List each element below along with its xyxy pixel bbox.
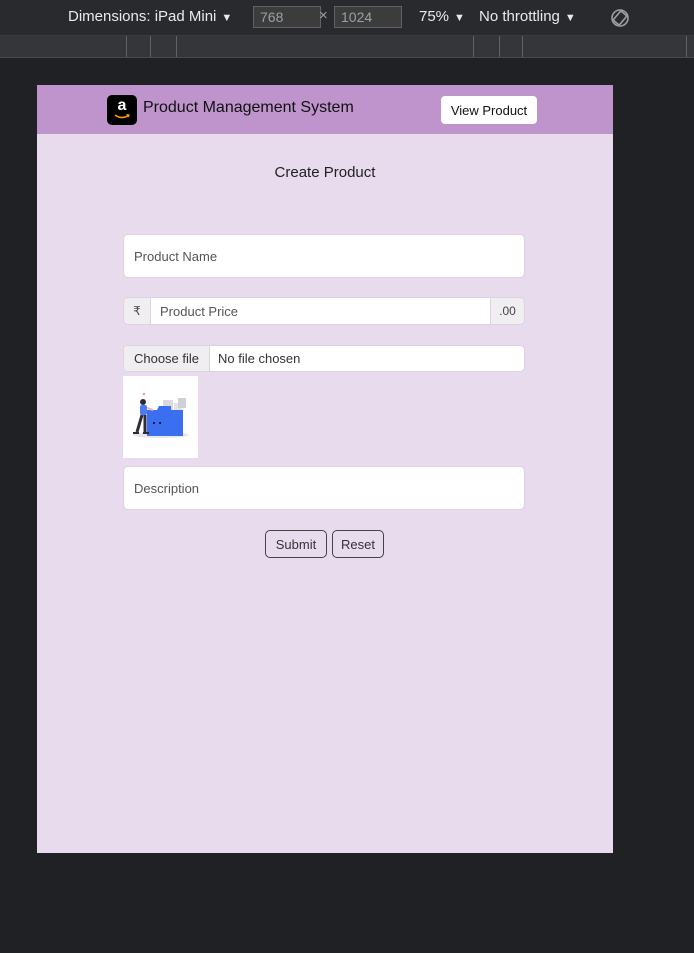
throttling-label: No throttling — [479, 8, 560, 25]
price-decimal-suffix: .00 — [490, 297, 525, 325]
ruler-tick — [686, 36, 687, 57]
devtools-device-toolbar: Dimensions: iPad Mini ▼ 768 × 1024 75% ▼ N… — [0, 0, 694, 36]
ruler-tick — [176, 36, 177, 57]
dimensions-label: Dimensions: iPad Mini — [68, 8, 217, 25]
chevron-down-icon: ▼ — [564, 12, 576, 24]
throttling-dropdown[interactable]: No throttling ▼ — [479, 8, 576, 25]
times-icon: × — [319, 7, 328, 24]
ruler-tick — [150, 36, 151, 57]
file-status: No file chosen — [218, 351, 301, 366]
image-preview — [123, 376, 198, 458]
price-input-group: ₹ .00 — [123, 297, 525, 325]
zoom-dropdown[interactable]: 75% ▼ — [419, 8, 465, 25]
submit-button[interactable]: Submit — [265, 530, 327, 558]
view-product-button[interactable]: View Product — [441, 96, 537, 124]
reset-button[interactable]: Reset — [332, 530, 384, 558]
description-input[interactable] — [123, 466, 525, 510]
page-title: Create Product — [274, 164, 376, 181]
chevron-down-icon: ▼ — [454, 12, 465, 24]
ruler-tick — [522, 36, 523, 57]
zoom-label: 75% — [419, 8, 450, 25]
media-query-ruler — [0, 36, 694, 58]
device-viewport: a Product Management System View Product… — [37, 85, 613, 853]
rotate-icon[interactable] — [610, 8, 630, 28]
rupee-icon: ₹ — [123, 297, 150, 325]
product-price-input[interactable] — [150, 297, 491, 325]
brand-title[interactable]: Product Management System — [143, 99, 354, 117]
product-name-input[interactable] — [123, 234, 525, 278]
file-input[interactable]: Choose file No file chosen — [123, 345, 525, 372]
ruler-tick — [499, 36, 500, 57]
dimensions-dropdown[interactable]: Dimensions: iPad Mini ▼ — [68, 8, 232, 25]
amazon-logo-icon[interactable]: a — [107, 95, 137, 125]
folder-illustration-icon — [133, 392, 189, 438]
height-input[interactable]: 1024 — [334, 6, 402, 28]
ruler-tick — [126, 36, 127, 57]
smile-arrow-icon — [114, 114, 130, 119]
width-input[interactable]: 768 — [253, 6, 321, 28]
logo-letter: a — [117, 97, 127, 114]
ruler-tick — [473, 36, 474, 57]
chevron-down-icon: ▼ — [221, 12, 233, 24]
choose-file-button[interactable]: Choose file — [124, 346, 210, 371]
navbar: a Product Management System View Product — [37, 85, 613, 134]
